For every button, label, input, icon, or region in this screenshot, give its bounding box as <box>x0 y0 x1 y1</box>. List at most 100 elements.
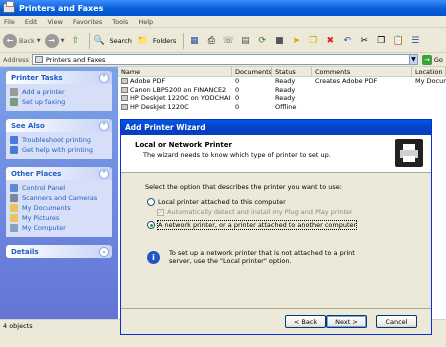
menu-help[interactable]: Help <box>138 18 153 26</box>
address-field[interactable]: Printers and Faxes <box>31 54 410 65</box>
checkbox-icon: ✓ <box>157 208 164 216</box>
document-icon[interactable]: ▤ <box>238 34 252 48</box>
address-label: Address <box>3 55 29 64</box>
printer-status: Offline <box>275 102 297 111</box>
cut-icon[interactable]: ✂ <box>357 34 371 48</box>
wizard-footer: < Back Next > Cancel <box>121 308 431 334</box>
column-location[interactable]: Location <box>412 67 446 76</box>
delete-icon[interactable]: ✖ <box>323 34 337 48</box>
undo-icon[interactable]: ↶ <box>340 34 354 48</box>
folders-icon: 📁 <box>137 35 149 46</box>
collapse-chevron-icon[interactable]: ⌃ <box>99 168 109 179</box>
column-status[interactable]: Status <box>272 67 312 76</box>
local-printer-radio[interactable]: Local printer attached to this computer <box>147 196 431 207</box>
network-printer-icon <box>121 95 128 101</box>
list-header: Name Documents Status Comments Location <box>118 67 446 77</box>
forward-button[interactable]: → ▼ <box>44 33 65 48</box>
refresh-icon[interactable]: ⟳ <box>255 34 269 48</box>
details-header[interactable]: Details ⌄ <box>6 245 112 258</box>
expand-chevron-icon[interactable]: ⌄ <box>99 246 109 257</box>
wizard-title[interactable]: Add Printer Wizard <box>121 120 431 135</box>
printer-documents: 0 <box>235 94 240 102</box>
properties-icon[interactable]: ■ <box>272 34 286 48</box>
search-button[interactable]: 🔍 Search <box>93 34 132 48</box>
copy-icon[interactable]: ❐ <box>374 34 388 48</box>
printer-row[interactable]: HP DeskJet 1220C 0 Offline <box>118 103 446 112</box>
local-printer-label: Local printer attached to this computer <box>158 197 286 206</box>
column-name[interactable]: Name <box>118 67 232 76</box>
place-control-panel[interactable]: Control Panel <box>10 183 108 193</box>
paste-icon[interactable]: 📋 <box>391 34 405 48</box>
task-label: Set up faxing <box>22 98 66 106</box>
back-button[interactable]: ← Back ▼ <box>3 33 41 48</box>
printer-folder-icon <box>34 56 43 63</box>
move-to-icon[interactable]: ➤ <box>289 34 303 48</box>
back-label: Back <box>19 36 35 45</box>
printer-comments <box>312 94 412 103</box>
status-text: 4 objects <box>3 321 33 330</box>
copy-to-icon[interactable]: ❐ <box>306 34 320 48</box>
printer-documents: 0 <box>235 102 240 111</box>
next-button[interactable]: Next > <box>326 315 367 328</box>
see-also-header[interactable]: See Also ⌃ <box>6 119 112 132</box>
task-set-up-faxing[interactable]: Set up faxing <box>10 97 108 107</box>
other-places-header[interactable]: Other Places ⌃ <box>6 167 112 180</box>
other-places-title: Other Places <box>11 169 62 178</box>
forward-arrow-icon: → <box>44 33 59 48</box>
printer-location <box>412 86 446 95</box>
collapse-chevron-icon[interactable]: ⌃ <box>99 72 109 83</box>
go-button[interactable]: → Go <box>421 54 443 65</box>
printer-tasks-group: Printer Tasks ⌃ Add a printer Set up fax… <box>6 71 112 111</box>
printer-name: Canon LBP5200 on FINANCE2 <box>130 85 227 94</box>
views-icon[interactable]: ▦ <box>187 34 201 48</box>
printer-name: HP DeskJet 1220C <box>130 102 189 111</box>
task-label: Add a printer <box>22 88 65 96</box>
up-folder-icon[interactable]: ⇧ <box>69 34 83 48</box>
menu-file[interactable]: File <box>4 18 15 26</box>
place-my-computer[interactable]: My Computer <box>10 223 108 233</box>
printer-tasks-header[interactable]: Printer Tasks ⌃ <box>6 71 112 84</box>
add-printer-icon <box>10 88 18 96</box>
place-label: My Documents <box>22 204 71 212</box>
wizard-subheading: The wizard needs to know which type of p… <box>143 151 331 159</box>
printer-icon <box>121 78 128 84</box>
menu-tools[interactable]: Tools <box>112 18 128 26</box>
printer-name: HP DeskJet 1220C on YODCHAI <box>130 94 231 102</box>
fax-icon[interactable]: ☏ <box>221 34 235 48</box>
column-comments[interactable]: Comments <box>312 67 412 76</box>
link-get-help-printing[interactable]: Get help with printing <box>10 145 108 155</box>
printer-status: Ready <box>275 77 296 85</box>
title-bar[interactable]: Printers and Faxes <box>0 0 446 16</box>
pictures-folder-icon <box>10 214 18 222</box>
place-label: My Computer <box>22 224 66 232</box>
printer-row[interactable]: Canon LBP5200 on FINANCE2 0 Ready <box>118 86 446 95</box>
printer-row[interactable]: Adobe PDF 0 Ready Creates Adobe PDF My D… <box>118 77 446 86</box>
place-my-pictures[interactable]: My Pictures <box>10 213 108 223</box>
cancel-button[interactable]: Cancel <box>376 315 417 328</box>
back-arrow-icon: ← <box>3 33 17 48</box>
column-documents[interactable]: Documents <box>232 67 272 76</box>
go-label: Go <box>433 55 443 64</box>
task-add-printer[interactable]: Add a printer <box>10 87 108 97</box>
menu-view[interactable]: View <box>47 18 62 26</box>
folders-button[interactable]: 📁 Folders <box>136 34 176 48</box>
address-dropdown[interactable]: ▼ <box>408 54 418 65</box>
wizard-heading: Local or Network Printer <box>135 141 232 149</box>
back-button[interactable]: < Back <box>285 315 326 328</box>
other-places-group: Other Places ⌃ Control Panel Scanners an… <box>6 167 112 237</box>
toolbar-separator <box>88 32 90 49</box>
printer-location <box>412 103 446 112</box>
menu-favorites[interactable]: Favorites <box>73 18 102 26</box>
printer-icon[interactable]: ⎙ <box>204 34 218 48</box>
menu-edit[interactable]: Edit <box>25 18 38 26</box>
printer-row[interactable]: HP DeskJet 1220C on YODCHAI 0 Ready <box>118 94 446 103</box>
list-view-icon[interactable]: ☰ <box>408 34 422 48</box>
place-scanners-cameras[interactable]: Scanners and Cameras <box>10 193 108 203</box>
control-panel-icon <box>10 184 18 192</box>
search-label: Search <box>109 36 132 45</box>
place-label: My Pictures <box>22 214 60 222</box>
link-troubleshoot-printing[interactable]: Troubleshoot printing <box>10 135 108 145</box>
collapse-chevron-icon[interactable]: ⌃ <box>99 120 109 131</box>
network-printer-radio[interactable]: A network printer, or a printer attached… <box>147 219 431 230</box>
place-my-documents[interactable]: My Documents <box>10 203 108 213</box>
